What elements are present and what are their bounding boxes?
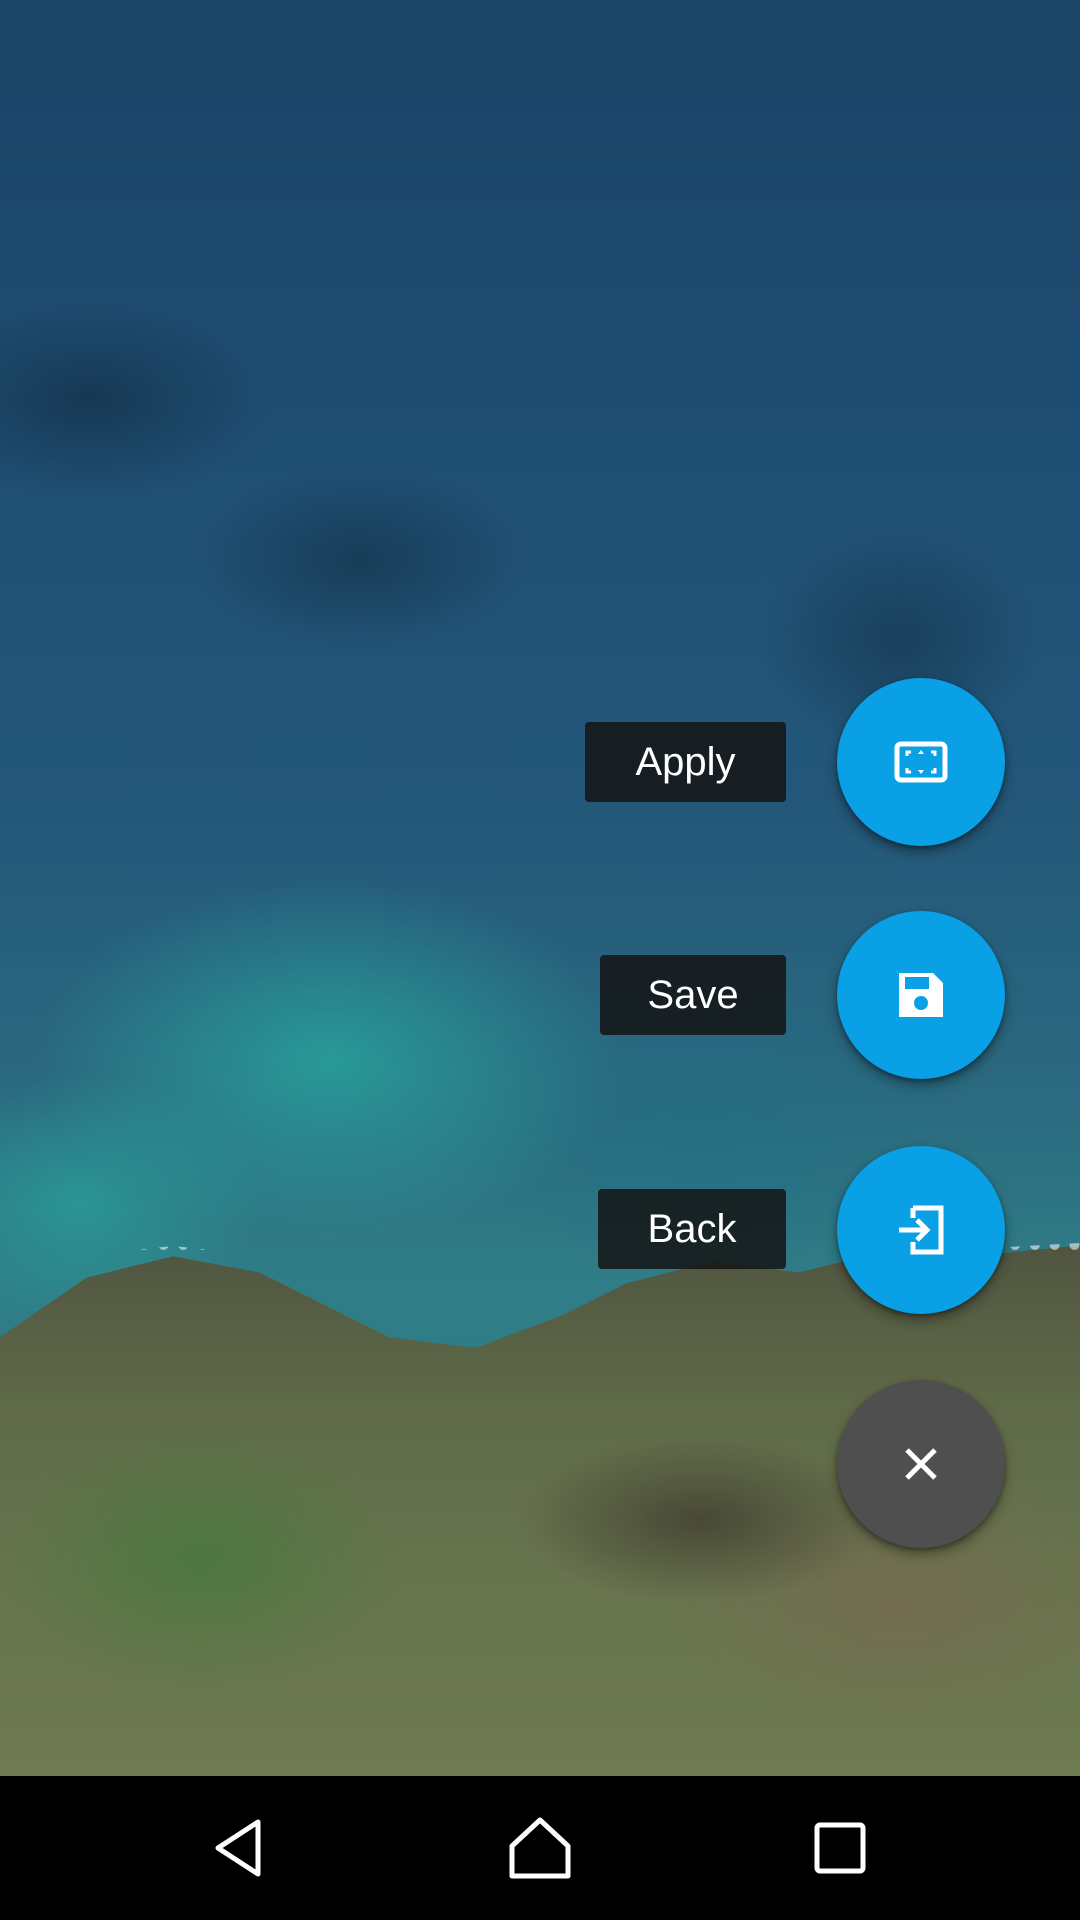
back-triangle-icon xyxy=(215,1819,261,1877)
floppy-disk-icon xyxy=(899,973,943,1017)
fullscreen-frame-icon xyxy=(894,741,948,783)
navigation-bar xyxy=(0,1776,1080,1920)
apply-label[interactable]: Apply xyxy=(585,722,786,802)
apply-button[interactable] xyxy=(837,678,1005,846)
nav-recents-button[interactable] xyxy=(792,1800,888,1896)
exit-to-app-icon xyxy=(899,1205,944,1255)
home-icon xyxy=(509,1817,571,1879)
nav-back-button[interactable] xyxy=(192,1800,288,1896)
save-button[interactable] xyxy=(837,911,1005,1079)
close-icon xyxy=(905,1448,937,1480)
close-button[interactable] xyxy=(837,1380,1005,1548)
back-label[interactable]: Back xyxy=(598,1189,786,1269)
recents-square-icon xyxy=(814,1822,866,1874)
back-button[interactable] xyxy=(837,1146,1005,1314)
save-label[interactable]: Save xyxy=(600,955,786,1035)
nav-home-button[interactable] xyxy=(492,1800,588,1896)
